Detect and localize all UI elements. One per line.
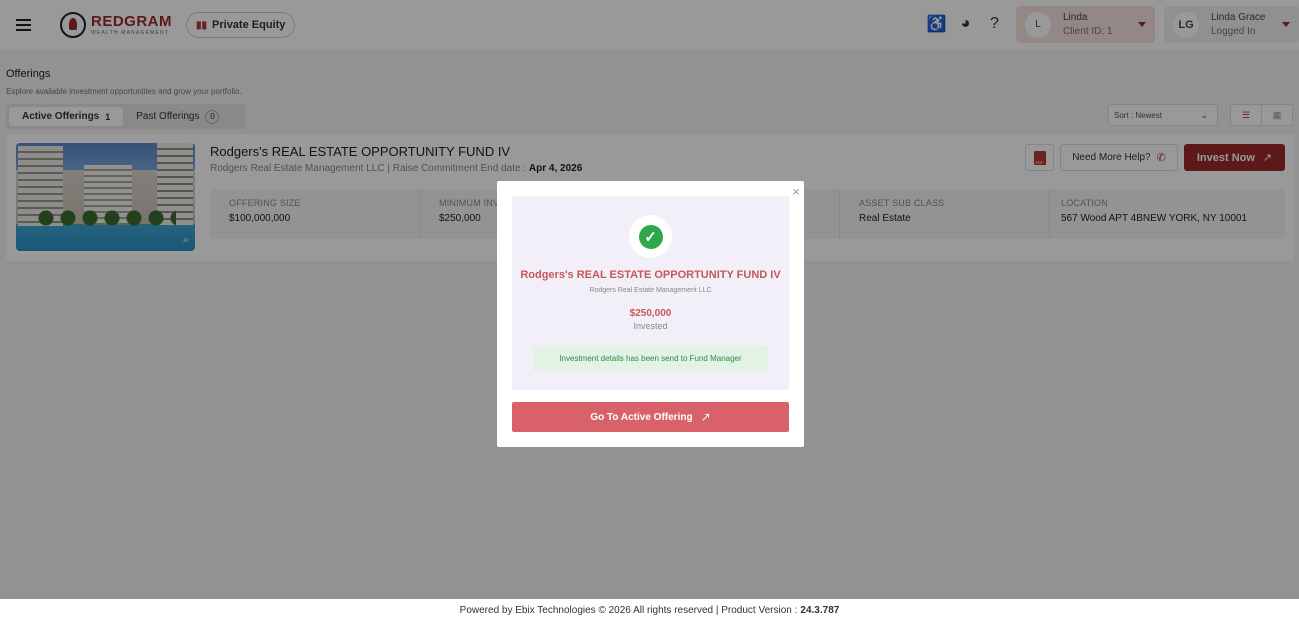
modal-amount: $250,000 <box>629 308 672 319</box>
go-button-label: Go To Active Offering <box>590 411 693 423</box>
investment-success-modal: × ✓ Rodgers's REAL ESTATE OPPORTUNITY FU… <box>497 181 804 447</box>
modal-confirmation-note: Investment details has been send to Fund… <box>533 346 768 371</box>
check-icon: ✓ <box>638 224 663 249</box>
modal-fund-title: Rodgers's REAL ESTATE OPPORTUNITY FUND I… <box>520 269 781 281</box>
close-icon[interactable]: × <box>792 184 800 199</box>
success-badge: ✓ <box>629 215 672 258</box>
product-version: 24.3.787 <box>800 605 840 616</box>
go-to-active-offering-button[interactable]: Go To Active Offering ↗ <box>512 402 789 432</box>
modal-amount-label: Invested <box>633 321 668 331</box>
modal-summary: ✓ Rodgers's REAL ESTATE OPPORTUNITY FUND… <box>512 196 789 390</box>
footer-text: Powered by Ebix Technologies © 2026 All … <box>459 605 798 616</box>
modal-fund-manager: Rodgers Real Estate Management LLC <box>589 287 712 294</box>
footer: Powered by Ebix Technologies © 2026 All … <box>0 599 1299 622</box>
arrow-up-right-icon: ↗ <box>700 410 711 424</box>
